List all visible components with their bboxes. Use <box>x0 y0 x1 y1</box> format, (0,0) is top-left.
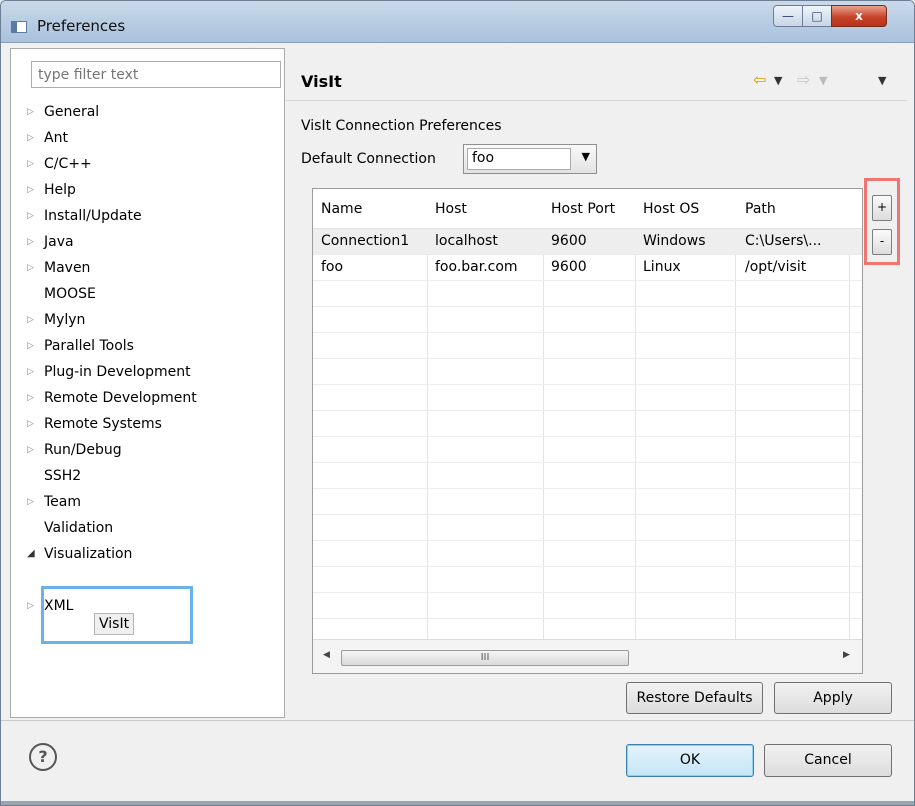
scroll-left-arrow-icon[interactable]: ◀ <box>323 650 330 660</box>
expand-arrow-icon[interactable]: ▷ <box>27 99 41 125</box>
app-icon <box>11 21 27 33</box>
table-row[interactable]: foo foo.bar.com 9600 Linux /opt/visit <box>313 255 862 281</box>
chevron-down-icon: ▼ <box>581 150 590 163</box>
window-title: Preferences <box>37 17 126 35</box>
section-title: VisIt Connection Preferences <box>301 118 502 134</box>
forward-arrow-icon[interactable]: ⇨ <box>797 70 810 89</box>
preferences-window: Preferences — □ x ▷ General ▷ Ant ▷ C/C+… <box>0 0 915 806</box>
expand-arrow-icon[interactable]: ▷ <box>27 203 41 229</box>
table-header: Name Host Host Port Host OS Path <box>313 189 862 229</box>
header-separator <box>286 100 907 101</box>
apply-button[interactable]: Apply <box>774 682 892 714</box>
column-header-path[interactable]: Path <box>745 201 776 217</box>
cell-host: foo.bar.com <box>435 259 518 275</box>
empty-row <box>313 411 862 437</box>
expand-arrow-icon[interactable]: ▷ <box>27 437 41 463</box>
expand-arrow-icon[interactable]: ▷ <box>27 255 41 281</box>
help-icon[interactable]: ? <box>29 743 57 771</box>
default-connection-value: foo <box>467 148 571 170</box>
view-menu-icon[interactable]: ▼ <box>878 74 886 87</box>
empty-row <box>313 385 862 411</box>
scroll-thumb[interactable]: III <box>341 650 629 666</box>
filter-input[interactable] <box>31 61 281 88</box>
cell-host-os: Linux <box>643 259 681 275</box>
expand-arrow-icon[interactable]: ▷ <box>27 593 41 619</box>
expand-arrow-icon[interactable]: ▷ <box>27 229 41 255</box>
close-button[interactable]: x <box>831 5 887 27</box>
cell-host-port: 9600 <box>551 233 587 249</box>
connections-table: Name Host Host Port Host OS Path Connect… <box>312 188 863 674</box>
expand-arrow-icon[interactable]: ▷ <box>27 125 41 151</box>
horizontal-scrollbar[interactable]: ◀ III ▶ <box>313 639 862 673</box>
column-header-host-port[interactable]: Host Port <box>551 201 615 217</box>
forward-menu-icon[interactable]: ▼ <box>819 74 827 87</box>
column-header-host-os[interactable]: Host OS <box>643 201 699 217</box>
collapse-arrow-icon[interactable]: ◢ <box>27 541 41 567</box>
empty-row <box>313 463 862 489</box>
expand-arrow-icon[interactable]: ▷ <box>27 411 41 437</box>
empty-row <box>313 515 862 541</box>
expand-arrow-icon[interactable]: ▷ <box>27 385 41 411</box>
cell-name: foo <box>321 259 344 275</box>
empty-row <box>313 333 862 359</box>
empty-row <box>313 281 862 307</box>
empty-row <box>313 489 862 515</box>
default-connection-select[interactable]: foo ▼ <box>463 144 597 174</box>
empty-row <box>313 437 862 463</box>
cancel-button[interactable]: Cancel <box>764 744 892 777</box>
maximize-button[interactable]: □ <box>802 5 832 27</box>
expand-arrow-icon[interactable]: ▷ <box>27 177 41 203</box>
expand-arrow-icon[interactable]: ▷ <box>27 307 41 333</box>
cell-host-port: 9600 <box>551 259 587 275</box>
cell-path: C:\Users\... <box>745 233 822 249</box>
column-header-host[interactable]: Host <box>435 201 467 217</box>
minimize-button[interactable]: — <box>773 5 803 27</box>
empty-row <box>313 541 862 567</box>
cell-name: Connection1 <box>321 233 410 249</box>
scroll-right-arrow-icon[interactable]: ▶ <box>843 650 850 660</box>
preference-page: VisIt ⇦ ▼ ⇨ ▼ ▼ VisIt Connection Prefere… <box>286 48 907 718</box>
expand-arrow-icon[interactable]: ▷ <box>27 151 41 177</box>
expand-arrow-icon[interactable]: ▷ <box>27 359 41 385</box>
back-menu-icon[interactable]: ▼ <box>774 74 782 87</box>
cell-host: localhost <box>435 233 498 249</box>
default-connection-label: Default Connection <box>301 151 436 167</box>
add-remove-highlight-box <box>864 178 900 265</box>
empty-row <box>313 359 862 385</box>
empty-row <box>313 567 862 593</box>
footer-separator <box>1 720 914 721</box>
ok-button[interactable]: OK <box>626 744 754 777</box>
preferences-tree-pane: ▷ General ▷ Ant ▷ C/C++ ▷ Help ▷ Install… <box>10 48 285 718</box>
cell-host-os: Windows <box>643 233 706 249</box>
title-bar[interactable]: Preferences — □ x <box>1 1 914 43</box>
empty-row <box>313 307 862 333</box>
cell-path: /opt/visit <box>745 259 807 275</box>
back-arrow-icon[interactable]: ⇦ <box>753 70 766 89</box>
restore-defaults-button[interactable]: Restore Defaults <box>626 682 763 714</box>
column-header-name[interactable]: Name <box>321 201 362 217</box>
expand-arrow-icon[interactable]: ▷ <box>27 489 41 515</box>
visualization-highlight-box <box>41 586 193 644</box>
empty-row <box>313 593 862 619</box>
table-row[interactable]: Connection1 localhost 9600 Windows C:\Us… <box>313 229 862 255</box>
desktop-strip <box>1 801 914 805</box>
page-title: VisIt <box>301 72 342 91</box>
expand-arrow-icon[interactable]: ▷ <box>27 333 41 359</box>
